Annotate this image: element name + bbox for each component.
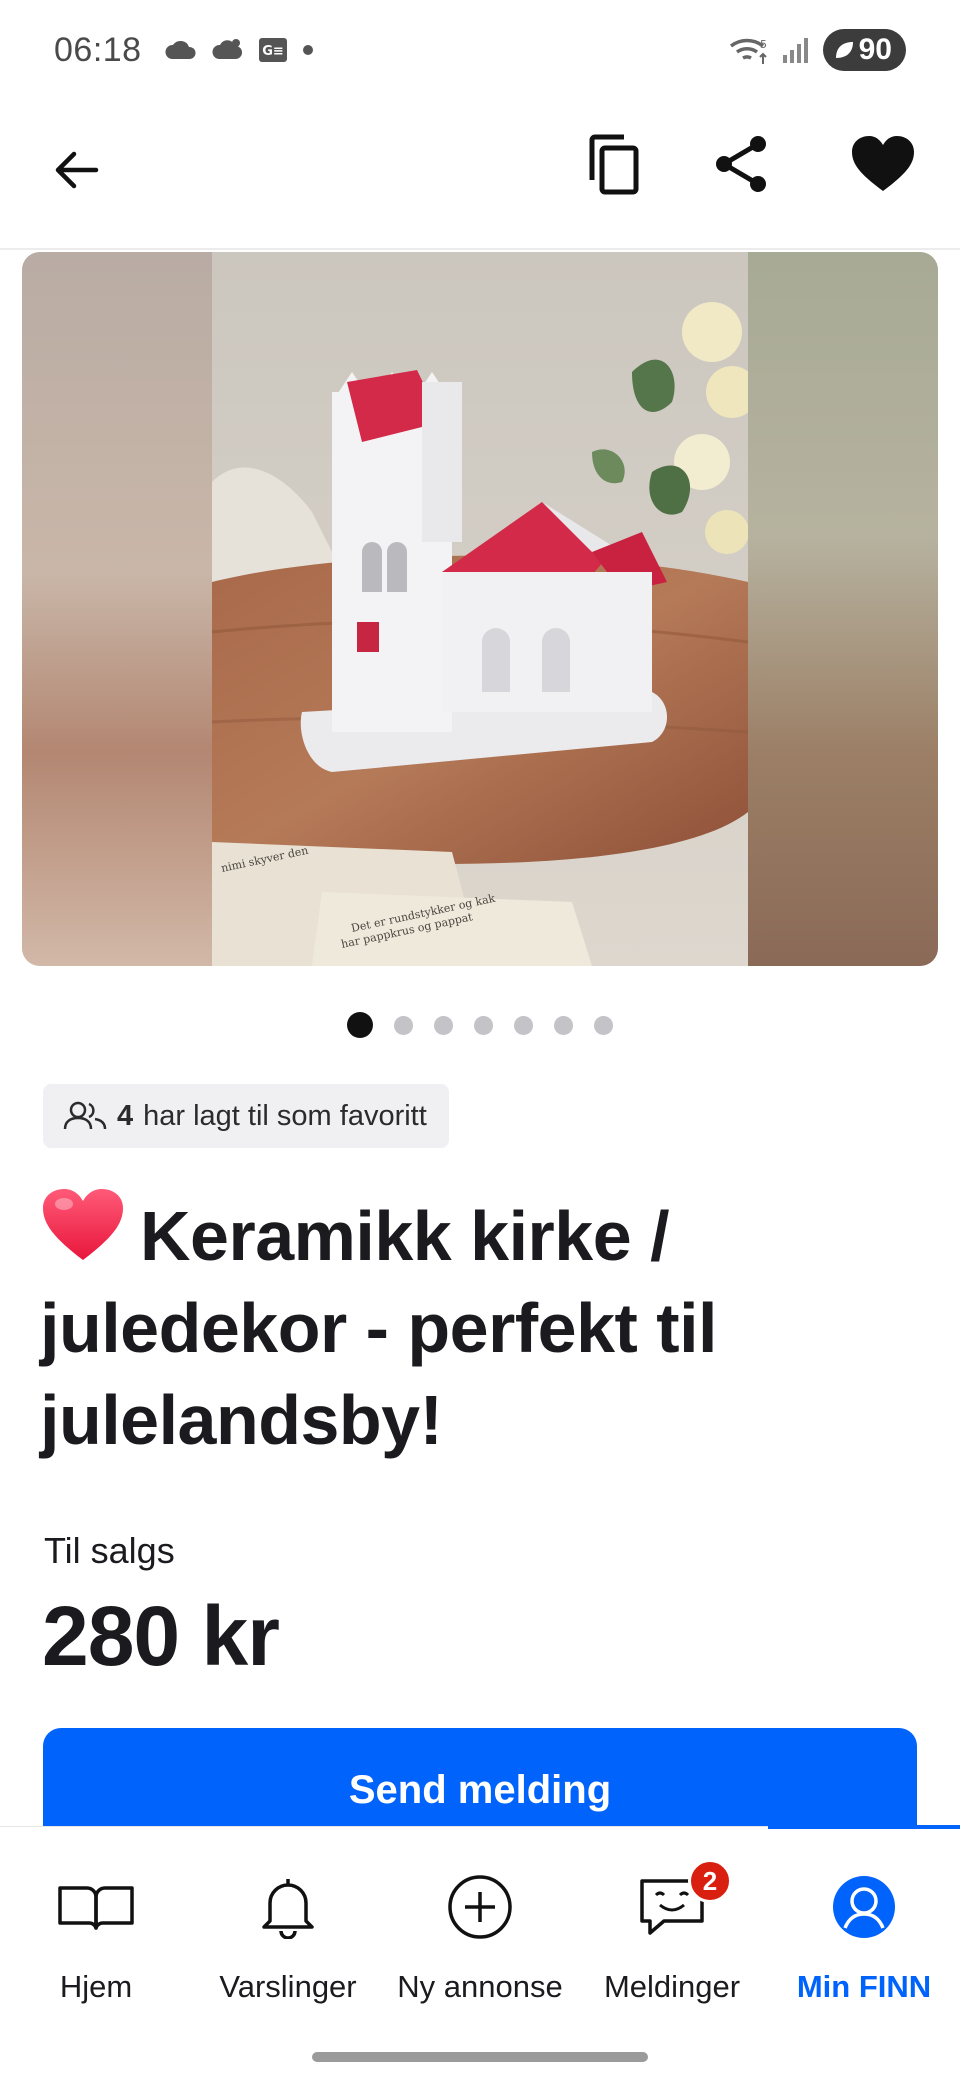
profile-icon [833,1876,895,1938]
wifi-icon: 5 [729,38,767,64]
nav-label-notifications: Varslinger [219,1969,357,2004]
image-gallery[interactable]: nimi skyver den Det er rundstykker og ka… [22,252,938,966]
listing-price: 280 kr [42,1589,280,1683]
listing-title-block: Keramikk kirke / juledekor - perfekt til… [40,1186,920,1466]
users-icon [63,1101,107,1130]
battery-indicator: 90 [822,29,906,71]
listing-photo: nimi skyver den Det er rundstykker og ka… [212,252,748,966]
nav-label-home: Hjem [59,1969,133,2004]
svg-text:G≡: G≡ [262,44,284,59]
favorite-button[interactable] [850,134,920,198]
gallery-dot[interactable] [434,1015,453,1035]
gallery-dot[interactable] [514,1015,533,1035]
gallery-dot-active[interactable] [347,1012,373,1038]
status-time: 06:18 [54,30,142,69]
nav-item-messages[interactable]: 2 Meldinger [576,1827,768,2027]
gallery-blur-left [22,252,212,966]
gallery-dot[interactable] [554,1015,573,1035]
arrow-left-icon [55,151,99,189]
copy-icon [589,134,639,195]
sim-card-icon: G≡ [258,38,287,62]
favorites-count-badge: 4 har lagt til som favoritt [43,1084,449,1148]
book-icon [58,1886,134,1930]
listing-title-text: Keramikk kirke / juledekor - perfekt til… [40,1197,717,1459]
status-bar: 06:18 G≡ 5 90 [0,0,960,100]
nav-item-notifications[interactable]: Varslinger [192,1827,384,2027]
status-icons-right: 5 90 [729,29,906,71]
cloud-rain-icon [212,39,242,59]
messages-unread-badge: 2 [688,1859,732,1903]
svg-text:5: 5 [760,38,767,51]
back-button[interactable] [46,140,106,200]
battery-level: 90 [858,33,892,66]
gallery-blur-right [748,252,938,966]
bell-icon [262,1879,314,1939]
nav-label-new-ad: Ny annonse [397,1969,563,2004]
heart-icon [852,136,914,191]
nav-item-my-finn[interactable]: Min FINN [768,1827,960,2027]
listing-title: Keramikk kirke / juledekor - perfekt til… [40,1186,920,1466]
nav-label-messages: Meldinger [603,1969,741,2004]
gallery-pagination [0,1012,960,1038]
red-heart-emoji-icon [43,1189,123,1260]
share-button[interactable] [714,134,774,198]
sale-type-label: Til salgs [44,1530,175,1571]
gallery-dot[interactable] [474,1015,493,1035]
nav-item-new-ad[interactable]: Ny annonse [384,1827,576,2027]
share-icon [716,136,766,192]
nav-item-home[interactable]: Hjem [0,1827,192,2027]
dot-icon [302,45,313,55]
cloud-icon [165,40,196,59]
top-toolbar [0,100,960,250]
gallery-dot[interactable] [394,1015,413,1035]
leaf-icon [835,42,853,58]
nav-label-my-finn: Min FINN [796,1969,932,2004]
copy-button[interactable] [586,132,650,202]
home-indicator[interactable] [312,2052,648,2062]
favorites-count: 4 [117,1099,134,1132]
signal-icon [782,38,808,63]
favorites-text: har lagt til som favoritt [143,1099,427,1132]
plus-circle-icon [448,1875,512,1939]
bottom-navigation: Hjem Varslinger Ny annonse 2 Meldinger M… [0,1825,960,2080]
gallery-dot[interactable] [594,1015,613,1035]
status-icons-left: G≡ [164,37,314,63]
